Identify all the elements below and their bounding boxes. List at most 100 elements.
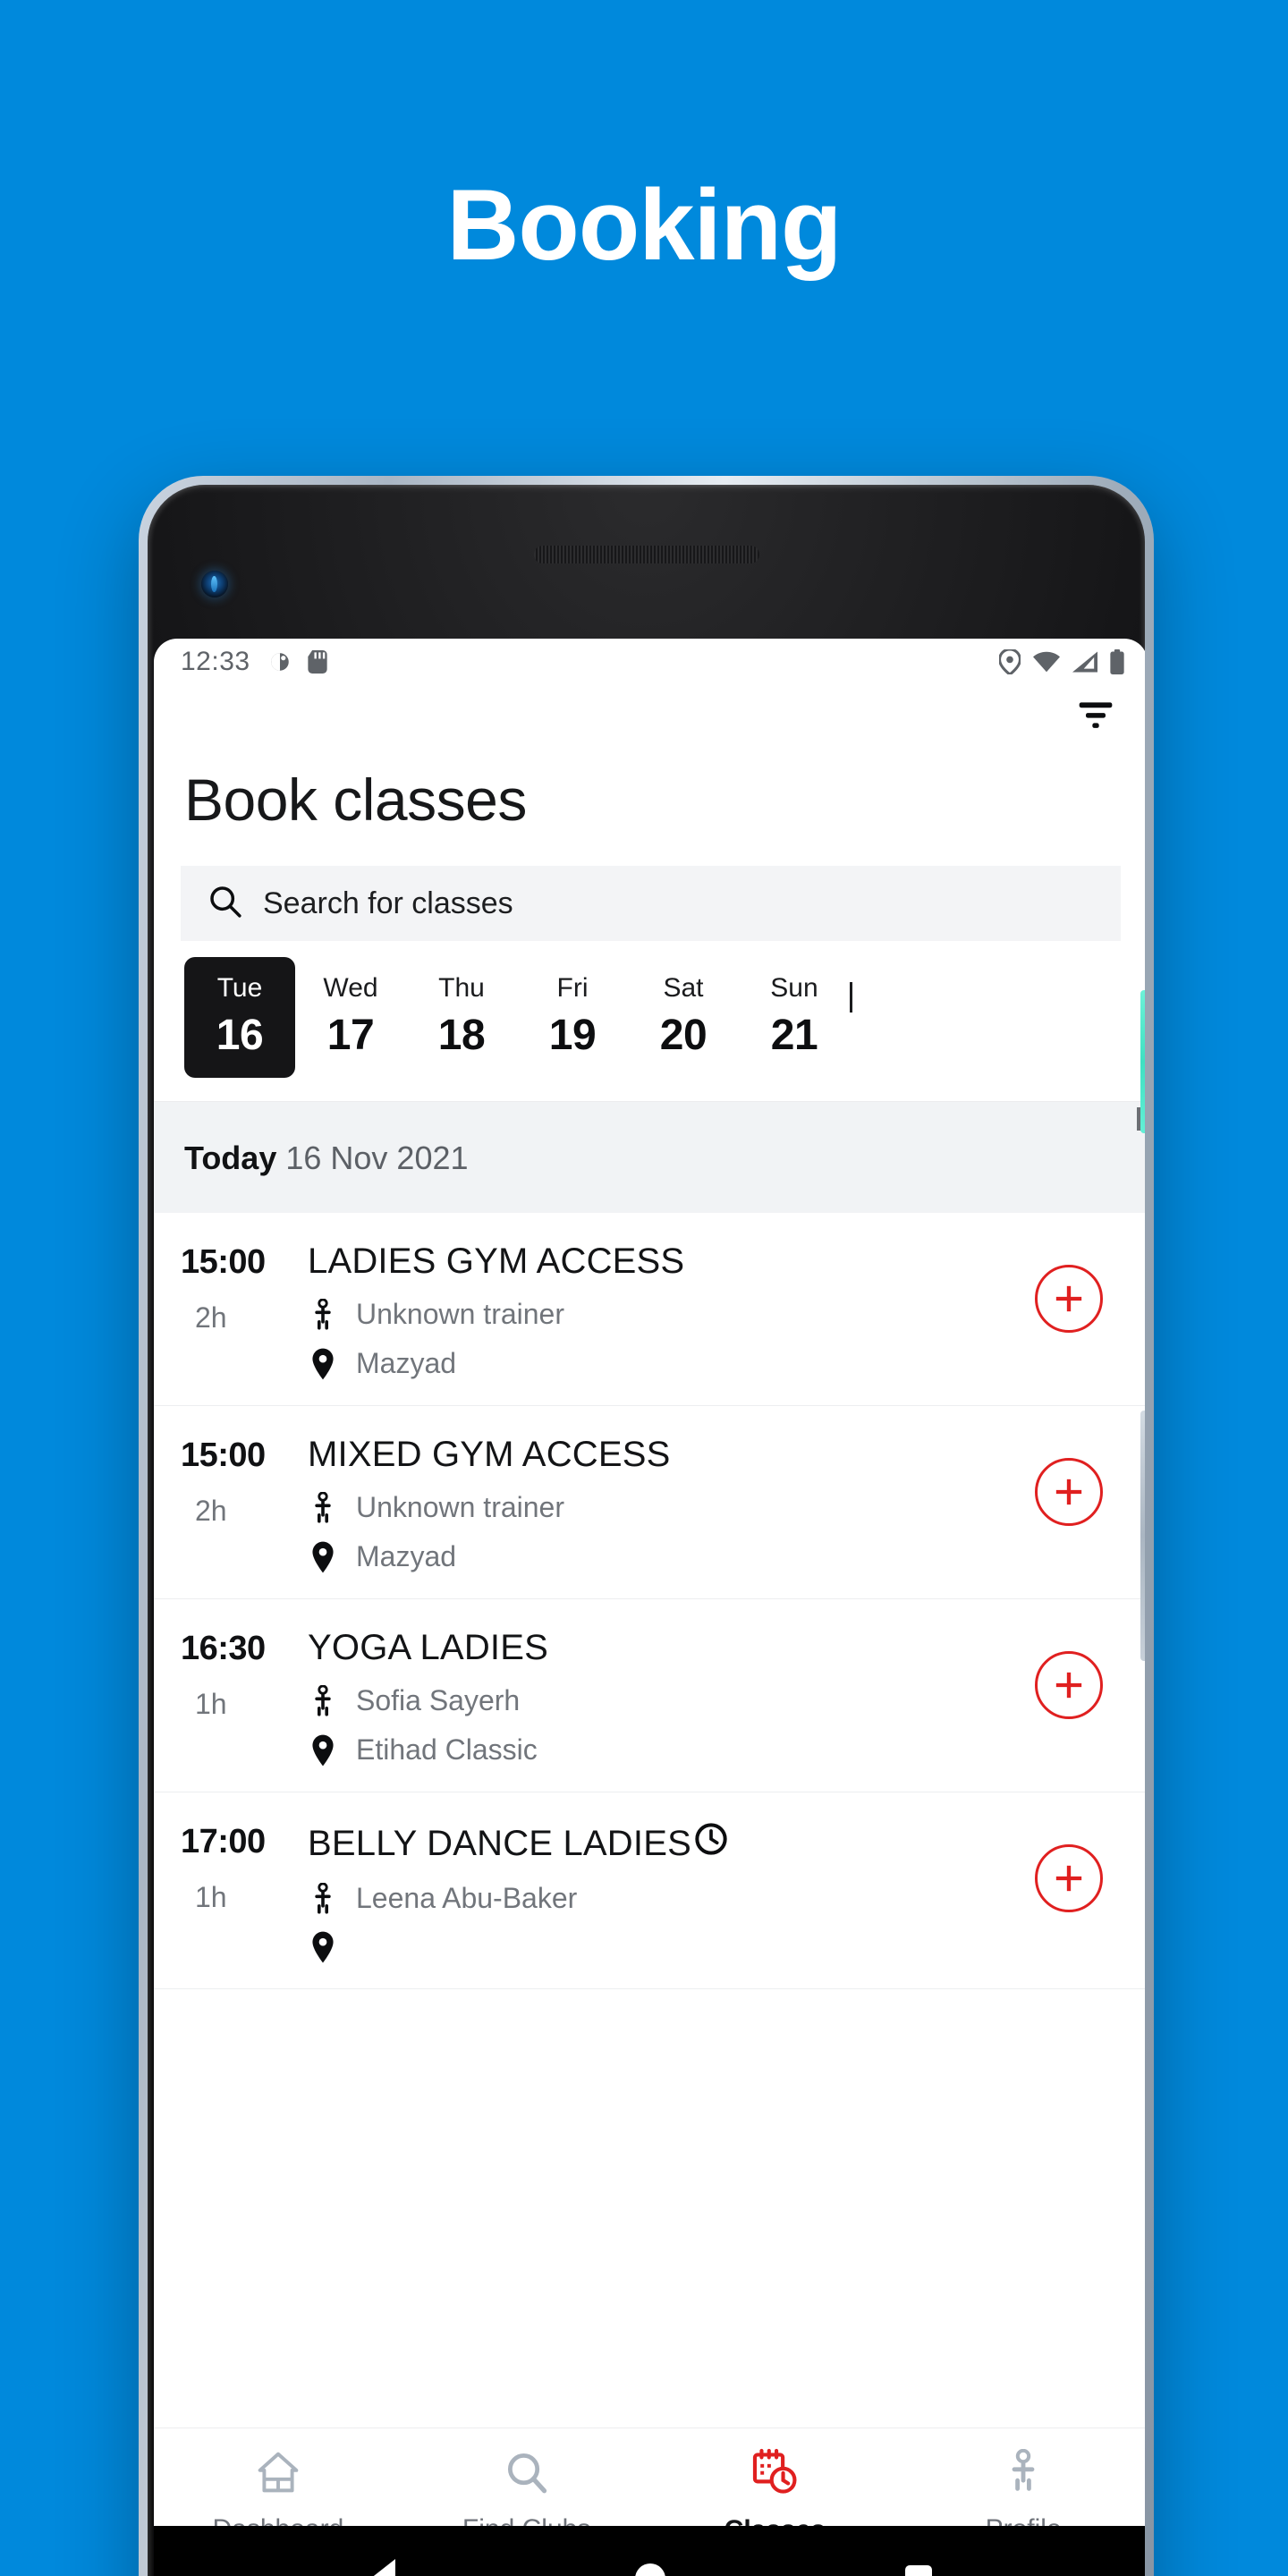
table-row[interactable]: 15:00 2h LADIES GYM ACCESS Unknown train… <box>154 1213 1145 1406</box>
class-location: Etihad Classic <box>356 1733 538 1766</box>
clock-badge-icon <box>693 1821 729 1866</box>
class-location: Mazyad <box>356 1347 457 1379</box>
date-chip-dow: Tue <box>216 973 263 1003</box>
class-trainer-row: Leena Abu-Baker <box>308 1882 1017 1915</box>
status-bar-right-icons <box>998 648 1124 676</box>
plus-icon <box>1051 1474 1087 1510</box>
calendar-clock-icon <box>750 2448 799 2501</box>
class-trainer: Sofia Sayerh <box>356 1684 521 1716</box>
date-chip-dow: Wed <box>323 973 378 1003</box>
filter-button[interactable] <box>1074 696 1117 739</box>
wifi-icon <box>1033 651 1060 673</box>
class-duration: 1h <box>195 1881 227 1913</box>
date-chip-clipped-sliver <box>850 982 852 1013</box>
person-icon <box>308 1491 338 1524</box>
date-chip-dom: 16 <box>216 1012 264 1059</box>
plus-icon <box>1051 1281 1087 1317</box>
date-chip-tue-16[interactable]: Tue 16 <box>184 957 295 1078</box>
class-location-row: Etihad Classic <box>308 1733 1017 1767</box>
date-chip-dom: 18 <box>437 1012 486 1059</box>
class-location-row: Mazyad <box>308 1540 1017 1573</box>
class-trainer: Unknown trainer <box>356 1491 564 1523</box>
class-add-column <box>1017 1626 1121 1719</box>
search-input[interactable]: Search for classes <box>181 866 1121 941</box>
class-trainer: Leena Abu-Baker <box>356 1882 578 1914</box>
sd-card-icon <box>307 650 327 674</box>
class-trainer-row: Sofia Sayerh <box>308 1684 1017 1717</box>
add-class-button[interactable] <box>1035 1265 1103 1333</box>
status-bar: 12:33 <box>154 639 1145 685</box>
class-details: YOGA LADIES Sofia Sayerh Etihad Classic <box>288 1626 1017 1767</box>
phone-device-frame: 12:33 Book classes Search for classes Tu… <box>139 476 1154 2576</box>
section-header-date: 16 Nov 2021 <box>285 1140 469 1176</box>
class-title: YOGA LADIES <box>308 1628 548 1667</box>
class-trainer-row: Unknown trainer <box>308 1491 1017 1524</box>
phone-bezel: 12:33 Book classes Search for classes Tu… <box>148 485 1145 2576</box>
class-duration: 1h <box>195 1688 227 1720</box>
recents-square-icon[interactable] <box>904 2565 932 2576</box>
date-chip-sat-20[interactable]: Sat 20 <box>628 957 739 1078</box>
battery-icon <box>1110 649 1124 674</box>
page-hero-title: Booking <box>446 169 843 281</box>
class-list: 15:00 2h LADIES GYM ACCESS Unknown train… <box>154 1213 1145 2428</box>
class-title: MIXED GYM ACCESS <box>308 1435 671 1474</box>
class-title-row: LADIES GYM ACCESS <box>308 1241 1017 1282</box>
class-title: BELLY DANCE LADIES <box>308 1823 691 1863</box>
volume-rocker-button[interactable] <box>1140 1411 1145 1661</box>
class-time-column: 15:00 2h <box>181 1433 288 1528</box>
class-location-row <box>308 1931 1017 1963</box>
add-class-button[interactable] <box>1035 1458 1103 1526</box>
location-pin-icon <box>308 1931 338 1963</box>
date-chip-dom: 17 <box>326 1012 375 1059</box>
class-start-time: 15:00 <box>181 1436 266 1474</box>
person-icon <box>308 1684 338 1717</box>
app-bar <box>154 685 1145 750</box>
phone-screen: 12:33 Book classes Search for classes Tu… <box>154 639 1145 2571</box>
table-row[interactable]: 17:00 1h BELLY DANCE LADIES Leena Abu-Ba… <box>154 1792 1145 1989</box>
status-bar-time: 12:33 <box>181 647 250 676</box>
table-row[interactable]: 16:30 1h YOGA LADIES Sofia Sayerh Etihad… <box>154 1599 1145 1792</box>
search-icon <box>208 884 243 924</box>
date-chip-dow: Thu <box>438 973 485 1003</box>
home-icon <box>255 2449 301 2500</box>
date-chip-dow: Fri <box>556 973 589 1003</box>
class-start-time: 17:00 <box>181 1823 266 1860</box>
class-details: MIXED GYM ACCESS Unknown trainer Mazyad <box>288 1433 1017 1573</box>
location-icon <box>998 648 1021 676</box>
location-pin-icon <box>308 1541 338 1573</box>
date-chip-dow: Sun <box>770 973 818 1003</box>
date-chip-fri-19[interactable]: Fri 19 <box>517 957 628 1078</box>
class-start-time: 15:00 <box>181 1243 266 1281</box>
android-navigation-bar <box>154 2526 1145 2576</box>
do-not-disturb-icon <box>268 650 292 674</box>
add-class-button[interactable] <box>1035 1844 1103 1912</box>
class-trainer: Unknown trainer <box>356 1298 564 1330</box>
class-details: LADIES GYM ACCESS Unknown trainer Mazyad <box>288 1240 1017 1380</box>
date-chip-dow: Sat <box>663 973 704 1003</box>
date-chip-dom: 21 <box>770 1012 818 1059</box>
section-header-today: Today 16 Nov 2021 <box>154 1101 1145 1213</box>
class-title-row: YOGA LADIES <box>308 1628 1017 1668</box>
cellular-signal-icon <box>1072 651 1097 673</box>
location-pin-icon <box>308 1348 338 1380</box>
date-chip-next-partial[interactable] <box>850 957 903 1078</box>
class-details: BELLY DANCE LADIES Leena Abu-Baker <box>288 1819 1017 1963</box>
class-trainer-row: Unknown trainer <box>308 1298 1017 1331</box>
class-time-column: 15:00 2h <box>181 1240 288 1335</box>
class-title-row: MIXED GYM ACCESS <box>308 1435 1017 1475</box>
table-row[interactable]: 15:00 2h MIXED GYM ACCESS Unknown traine… <box>154 1406 1145 1599</box>
class-start-time: 16:30 <box>181 1630 266 1667</box>
date-chip-wed-17[interactable]: Wed 17 <box>295 957 406 1078</box>
back-triangle-icon[interactable] <box>369 2559 395 2576</box>
plus-icon <box>1051 1667 1087 1703</box>
power-button[interactable] <box>1140 990 1145 1133</box>
home-circle-icon[interactable] <box>634 2563 665 2576</box>
location-pin-icon <box>308 1734 338 1767</box>
person-icon <box>308 1882 338 1915</box>
date-selector[interactable]: Tue 16 Wed 17 Thu 18 Fri 19 Sat 20 Sun 2… <box>154 941 1145 1101</box>
add-class-button[interactable] <box>1035 1651 1103 1719</box>
date-chip-sun-21[interactable]: Sun 21 <box>739 957 850 1078</box>
front-camera-icon <box>201 571 228 597</box>
class-title-row: BELLY DANCE LADIES <box>308 1821 1017 1866</box>
date-chip-thu-18[interactable]: Thu 18 <box>406 957 517 1078</box>
